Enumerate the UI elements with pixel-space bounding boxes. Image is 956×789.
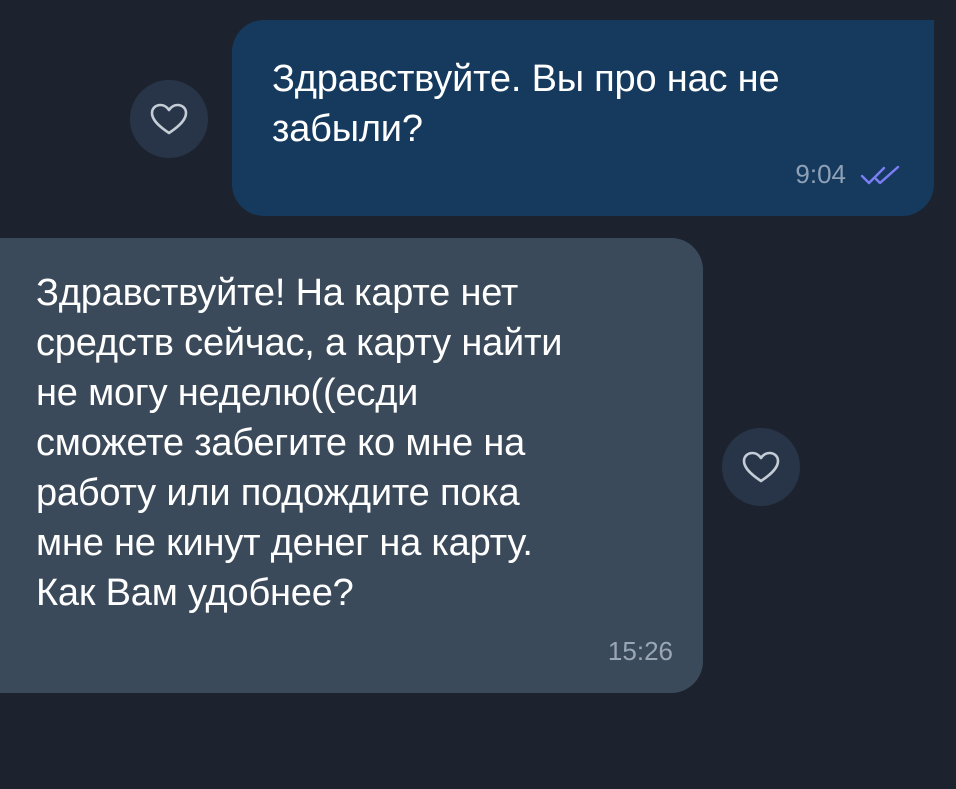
reaction-heart-button[interactable] — [722, 428, 800, 506]
message-text: Здравствуйте. Вы про нас не забыли? — [272, 58, 780, 150]
message-text: Здравствуйте! На карте нет средств сейча… — [36, 272, 563, 614]
incoming-message-bubble[interactable]: Здравствуйте! На карте нет средств сейча… — [0, 238, 703, 693]
message-meta: 15:26 — [608, 636, 673, 667]
outgoing-message-bubble[interactable]: Здравствуйте. Вы про нас не забыли? 9:04 — [232, 20, 934, 216]
message-time: 9:04 — [795, 159, 846, 189]
double-check-icon — [860, 165, 900, 184]
reaction-heart-button[interactable] — [130, 80, 208, 158]
message-time: 15:26 — [607, 636, 673, 666]
heart-icon — [150, 103, 188, 135]
message-meta: 9:04 — [795, 159, 902, 190]
chat-view: Здравствуйте. Вы про нас не забыли? 9:04… — [0, 0, 956, 789]
heart-icon — [742, 451, 780, 483]
